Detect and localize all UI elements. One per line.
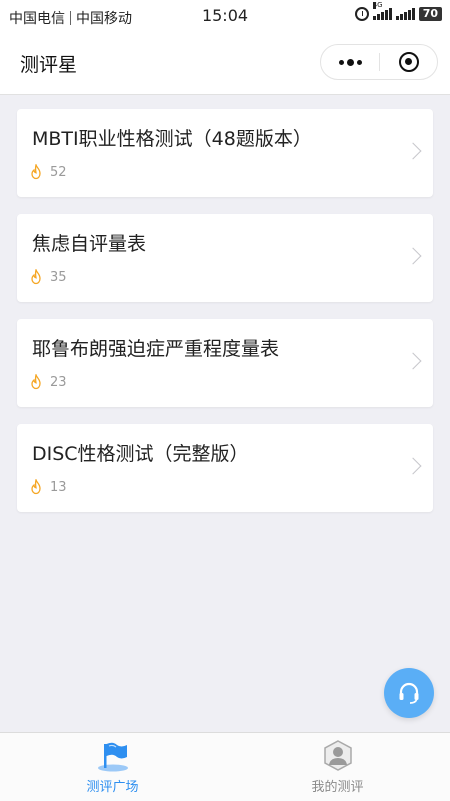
popularity-count: 52 (50, 164, 67, 180)
test-card[interactable]: MBTI职业性格测试（48题版本） 52 (17, 109, 433, 197)
tab-label: 测评广场 (86, 780, 139, 795)
miniprogram-capsule (320, 44, 438, 80)
test-title: MBTI职业性格测试（48题版本） (32, 128, 312, 150)
tab-bar: 测评广场 我的测评 (0, 732, 450, 801)
popularity: 52 (29, 164, 67, 180)
flame-icon (31, 374, 41, 390)
signal-4g-icon: 4G (372, 2, 392, 20)
user-icon (323, 740, 352, 771)
tab-my-tests[interactable]: 我的测评 (225, 733, 450, 801)
chevron-right-icon (404, 457, 422, 475)
test-card[interactable]: DISC性格测试（完整版） 13 (17, 424, 433, 512)
close-target-icon (399, 52, 419, 72)
signal-icon (395, 8, 415, 20)
popularity-count: 13 (50, 479, 67, 495)
more-icon (338, 58, 362, 66)
alarm-icon (354, 7, 369, 21)
tab-label: 我的测评 (311, 780, 364, 795)
headset-icon (399, 682, 419, 704)
chevron-right-icon (404, 142, 422, 160)
page-title: 测评星 (20, 54, 78, 76)
flag-icon (97, 742, 128, 772)
test-title: DISC性格测试（完整版） (32, 443, 249, 465)
test-title: 焦虑自评量表 (32, 233, 147, 255)
test-card[interactable]: 焦虑自评量表 35 (17, 214, 433, 302)
flame-icon (31, 164, 41, 180)
chevron-right-icon (404, 352, 422, 370)
popularity: 23 (29, 374, 67, 390)
more-button[interactable] (321, 45, 379, 79)
nav-bar: 测评星 (0, 32, 450, 95)
chevron-right-icon (404, 247, 422, 265)
popularity-count: 23 (50, 374, 67, 390)
test-card[interactable]: 耶鲁布朗强迫症严重程度量表 23 (17, 319, 433, 407)
tab-test-square[interactable]: 测评广场 (0, 733, 225, 801)
test-list: MBTI职业性格测试（48题版本） 52 焦虑自评量表 35 耶鲁布朗强迫症严重… (17, 109, 433, 529)
flame-icon (31, 269, 41, 285)
popularity-count: 35 (50, 269, 67, 285)
status-icons: 4G 70 (354, 2, 442, 21)
status-bar: 中国电信 中国移动 15:04 4G 70 (0, 0, 450, 32)
test-title: 耶鲁布朗强迫症严重程度量表 (32, 338, 280, 360)
popularity: 13 (29, 479, 67, 495)
close-button[interactable] (380, 45, 438, 79)
customer-service-button[interactable] (384, 668, 434, 718)
battery-icon: 70 (418, 7, 442, 21)
popularity: 35 (29, 269, 67, 285)
flame-icon (31, 479, 41, 495)
network-type: 4G (372, 1, 383, 9)
